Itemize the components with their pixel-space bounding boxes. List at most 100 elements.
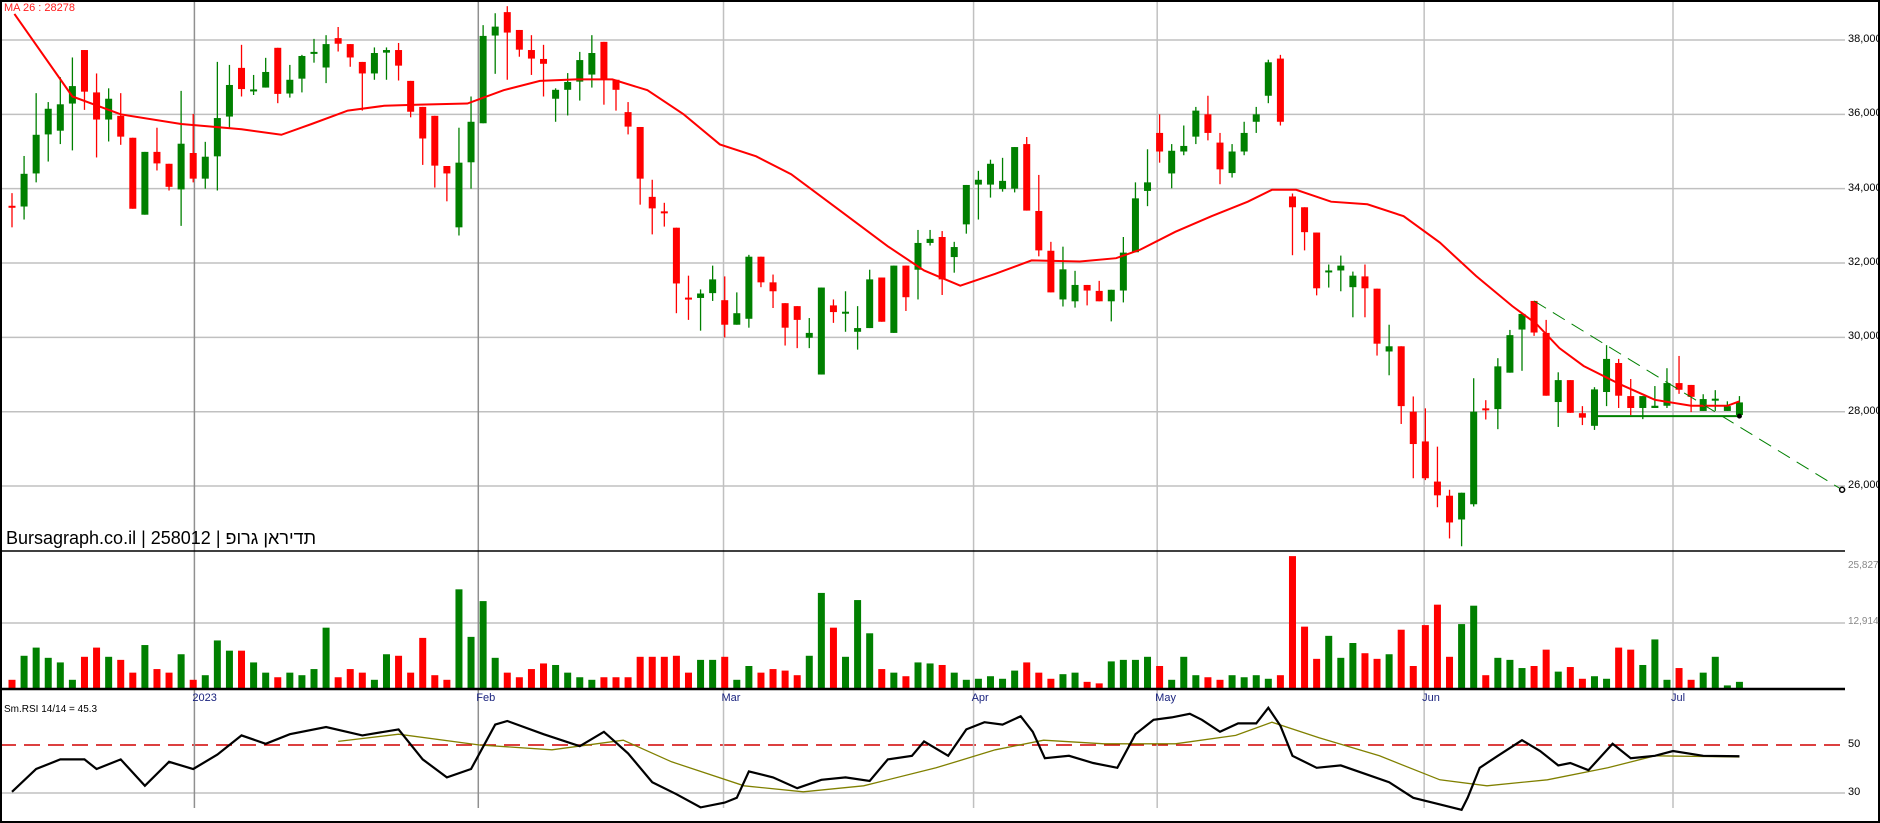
volume-bar [1156,666,1164,689]
volume-bar [1421,625,1429,689]
volume-bar [346,669,354,689]
volume-bar [1578,678,1586,689]
candle-body [1168,150,1176,174]
candle-body [1397,346,1405,407]
volume-bar [1119,659,1127,689]
candle-body [805,332,813,338]
candle-body [697,293,705,298]
candle-body [588,53,596,75]
volume-bar [177,654,185,689]
candle-body [1458,492,1466,520]
ma-label: MA 26 : 28278 [4,2,75,14]
volume-bar [105,656,113,689]
volume-bar [950,672,958,689]
price-tick: 26,000 [1848,479,1880,492]
candle-body [370,53,378,74]
volume-bar [1397,629,1405,689]
volume-bar [709,659,717,689]
month-label: Jul [1671,692,1686,704]
volume-bar [1180,656,1188,689]
volume-bar [213,640,221,689]
candle-body [32,134,40,174]
volume-bar [1518,668,1526,689]
candle-body [1494,366,1502,410]
volume-bar [93,647,101,689]
candle-body [431,115,439,166]
candle-body [1313,232,1321,289]
volume-bar [322,627,330,689]
candle-body [189,152,197,179]
volume-bar [576,677,584,689]
candle-body [334,38,342,44]
volume-bar [697,659,705,689]
candle-body [950,247,958,258]
candle-body [817,287,825,375]
volume-bar [1216,679,1224,689]
candle-body [286,79,294,94]
volume-bar [938,664,946,689]
volume-bar [1288,556,1296,689]
candle-body [117,115,125,137]
price-tick: 38,000 [1848,33,1880,45]
candle-body [1301,207,1309,233]
volume-bar [962,679,970,689]
volume-bar [986,676,994,689]
volume-bar [1675,668,1683,689]
volume-bar [1482,675,1490,689]
volume-bar [564,672,572,689]
candle-body [1192,110,1200,137]
candle-body [1083,284,1091,291]
volume-bar [153,669,161,689]
candle-body [44,108,52,135]
candle-body [1385,346,1393,352]
month-label: May [1155,692,1176,704]
candle-body [1530,300,1538,333]
candle-body [1421,441,1429,479]
volume-bar [1530,666,1538,689]
support-endpoint [1736,413,1742,419]
candle-body [1216,142,1224,170]
volume-bar [250,662,258,689]
volume-bar [660,656,668,689]
volume-bar [1337,657,1345,689]
volume-bar [1168,679,1176,689]
candle-body [407,80,415,112]
volume-bar [443,679,451,689]
month-label: Mar [721,692,741,704]
candle-body [866,279,874,329]
candle-body [1373,288,1381,344]
volume-bar [407,672,415,689]
volume-bar [32,647,40,689]
price-tick: 34,000 [1848,181,1880,194]
volume-bar [1470,605,1478,689]
volume-bar [201,675,209,689]
volume-bar [1566,667,1574,689]
volume-bar [1494,657,1502,689]
volume-bar [1192,675,1200,689]
volume-bar [817,592,825,689]
volume-bar [1373,658,1381,689]
volume-bar [129,672,137,689]
volume-bar [829,627,837,689]
candle-body [527,50,535,59]
volume-bar [298,675,306,689]
volume-bar [1458,624,1466,689]
volume-bar [262,672,270,689]
candle-body [974,179,982,185]
volume-bar [733,679,741,689]
volume-bar [854,600,862,689]
candle-body [1651,405,1659,408]
candle-body [1325,270,1333,273]
volume-bar [624,677,632,689]
rsi-lines [11,705,1740,812]
volume-bar [999,678,1007,689]
candle-body [1578,413,1586,418]
volume-bar [1264,678,1272,689]
rsi-label: Sm.RSI 14/14 = 45.3 [4,704,98,715]
volume-bar [757,672,765,689]
ma-line [13,13,1740,407]
volume-bar [1663,679,1671,689]
volume-bar [1252,675,1260,689]
candle-body [757,256,765,283]
volume-bar [805,655,813,689]
